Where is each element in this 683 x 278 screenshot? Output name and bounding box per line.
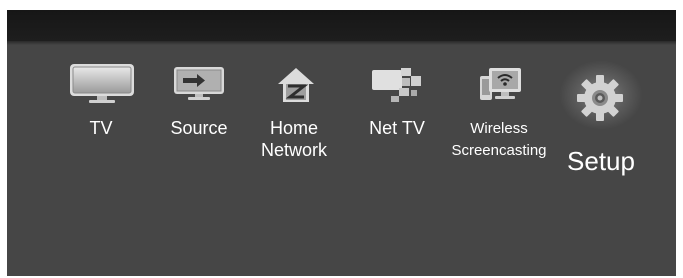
menu-item-label-line2: Screencasting [451,142,547,159]
menu-item-tv[interactable]: TV [61,63,141,183]
menu-item-setup[interactable]: Setup [559,60,643,194]
menu-item-label: Wireless [470,120,528,137]
menu-item-label: Setup [567,146,635,176]
menu-item-label-line2: Network [260,140,327,160]
menu-item-net-tv[interactable]: Net TV [362,63,432,183]
tv-menu-screen: TV Source Home Network Net TV Wireless S… [7,10,676,276]
source-icon [174,67,224,100]
wireless-screencasting-icon [480,68,521,100]
menu-item-home-network[interactable]: Home Network [254,63,334,183]
top-bar [7,10,676,45]
menu-item-label: TV [89,118,113,138]
tv-icon [70,64,134,103]
gear-icon [577,75,623,121]
home-network-icon [278,68,314,102]
menu-item-label: Net TV [369,118,425,138]
menu-item-label: Source [170,118,228,138]
menu-item-source[interactable]: Source [164,63,234,183]
menu-item-wireless-screencasting[interactable]: Wireless Screencasting [443,63,555,183]
net-tv-icon [372,68,421,102]
menu-item-label: Home [269,118,318,138]
